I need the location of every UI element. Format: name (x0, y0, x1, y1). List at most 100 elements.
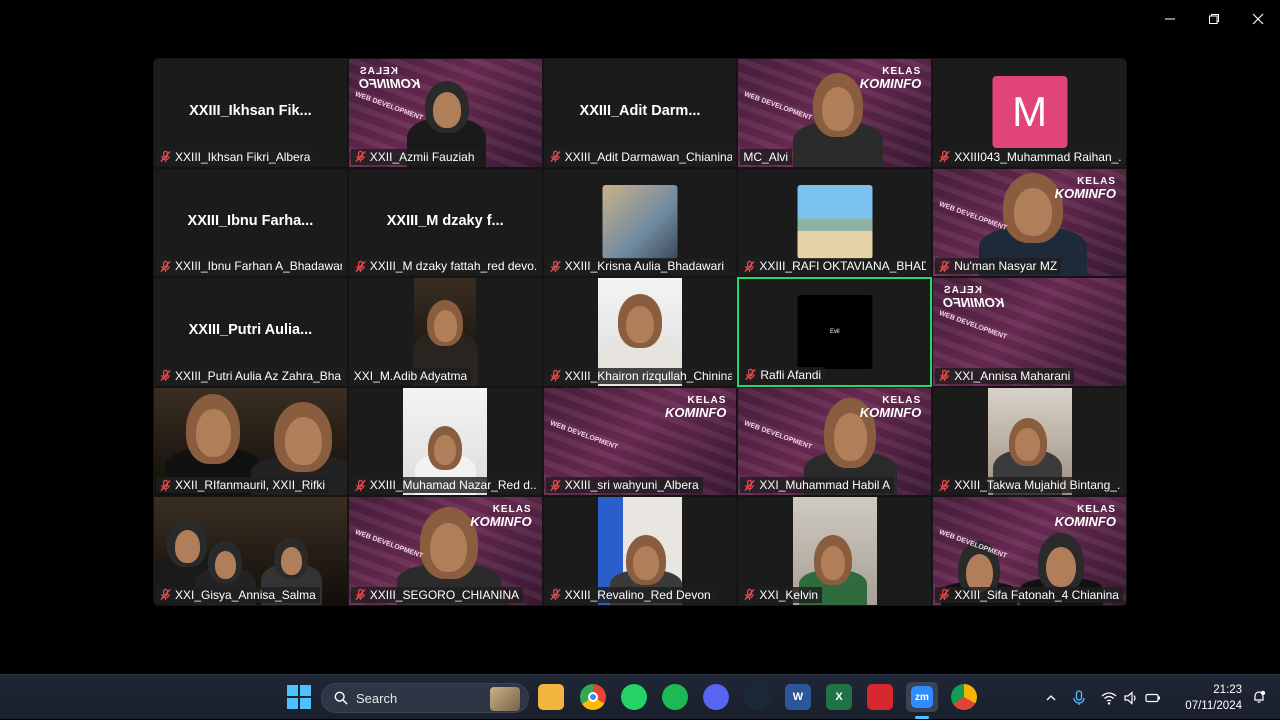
participant-name: Rafli Afandi (760, 367, 822, 382)
background-brand-label: KELAS KOMINFO (470, 505, 531, 529)
participant-video-face (208, 541, 243, 584)
close-button[interactable] (1236, 0, 1280, 38)
acrobat-icon[interactable] (867, 684, 893, 710)
face (1046, 546, 1076, 588)
mic-muted-icon (939, 589, 950, 601)
steam-icon[interactable] (744, 684, 770, 710)
background-tag: WEB DEVELOPMENT (353, 90, 424, 123)
taskbar-search[interactable]: Search (321, 683, 529, 713)
zoom-icon[interactable]: zm (906, 682, 938, 712)
participant-tile[interactable]: XXIII_RAFI OKTAVIANA_BHADA... (737, 167, 933, 278)
participant-tile[interactable]: XXIII_Adit Darm... XXIII_Adit Darmawan_Ch… (542, 58, 738, 168)
spotify-icon[interactable] (662, 684, 688, 710)
participant-tile[interactable]: KELAS KOMINFO WEB DEVELOPMENT XXII_Azmii Fa… (347, 58, 543, 168)
face (196, 409, 231, 457)
notification-bell-icon[interactable] (1252, 690, 1266, 704)
participant-name: XXIII_Putri Aulia Az Zahra_Bha... (175, 368, 342, 383)
participant-video-face (424, 81, 469, 133)
participant-tile[interactable]: XXIII_Ibnu Farha... XXIII_Ibnu Farhan A_B… (153, 167, 348, 278)
face (432, 92, 461, 128)
participant-name-label: XXIII_sri wahyuni_Albera (545, 477, 703, 494)
word-icon[interactable]: W (785, 684, 811, 710)
participant-tile[interactable]: M XXIII043_Muhammad Raihan_... (932, 58, 1127, 168)
face (1015, 428, 1040, 461)
face (1013, 187, 1053, 236)
participant-tile[interactable]: KELAS KOMINFO WEB DEVELOPMENT XXIII_Sifa Fa… (932, 496, 1127, 606)
system-clock[interactable]: 21:23 07/11/2024 (1185, 682, 1242, 714)
participant-tile[interactable]: XXI_Kelvin (737, 496, 933, 606)
participant-tile[interactable]: XXIII_Muhamad Nazar_Red d... (347, 386, 543, 497)
face (280, 546, 303, 576)
participant-name: XXI_Kelvin (759, 587, 819, 602)
participant-video-face (813, 535, 852, 586)
taskbar: Search W X zm 21:23 07/11/2024 (0, 674, 1280, 719)
background-brand-label: KELAS KOMINFO (665, 395, 726, 419)
excel-icon[interactable]: X (826, 684, 852, 710)
system-tray (1045, 675, 1161, 720)
background-line2: KOMINFO (1054, 185, 1116, 201)
avatar: M (992, 76, 1068, 148)
participant-tile[interactable]: XXIII_Khairon rizqullah_Chinina (542, 277, 738, 387)
mic-muted-icon (549, 260, 561, 272)
background-tag: WEB DEVELOPMENT (938, 200, 1008, 232)
participant-tile[interactable]: XXIII_Putri Aulia... XXIII_Putri Aulia Az… (153, 277, 348, 387)
participant-name: XXIII_RAFI OKTAVIANA_BHADA... (759, 259, 926, 274)
profile-picture (602, 184, 678, 259)
participant-name-label: XXIII043_Muhammad Raihan_... (935, 148, 1126, 165)
participant-tile[interactable]: XXI_M.Adib Adyatma (347, 277, 543, 387)
participant-tile[interactable]: KELAS KOMINFO WEB DEVELOPMENT XXI_Muhammad … (737, 386, 933, 497)
participant-tile[interactable]: KELAS KOMINFO WEB DEVELOPMENT MC_Alvi (737, 58, 933, 168)
participant-tile[interactable]: XXIII_Revalino_Red Devon (542, 496, 738, 606)
participant-name-label: XXIII_RAFI OKTAVIANA_BHADA... (740, 258, 931, 275)
participant-name: XXIII_Ibnu Farhan A_Bhadawari (175, 259, 342, 274)
face (434, 435, 457, 466)
participant-tile[interactable]: XXII_RIfanmauril, XXII_Rifki (153, 386, 348, 497)
background-tag: WEB DEVELOPMENT (353, 529, 424, 561)
mic-muted-icon (160, 479, 171, 491)
mic-muted-icon (744, 589, 756, 601)
chrome-icon[interactable] (580, 684, 606, 710)
participant-display-name: XXIII_M dzaky f... (386, 212, 504, 229)
clock-time: 21:23 (1213, 684, 1242, 696)
face (433, 310, 457, 342)
participant-name: XXIII_Sifa Fatonah_4 Chianina (954, 587, 1119, 602)
participant-name: XXIII_sri wahyuni_Albera (564, 478, 699, 493)
participant-name-label: XXI_Gisya_Annisa_Salma (156, 586, 320, 603)
participant-tile[interactable]: XXIII_Takwa Mujahid Bintang_... (932, 386, 1127, 497)
participant-name-label: XXIII_Khairon rizqullah_Chinina (545, 367, 736, 384)
mic-muted-icon (939, 260, 950, 272)
background-brand-label: KELAS KOMINFO (860, 67, 921, 91)
discord-icon[interactable] (703, 684, 729, 710)
minimize-button[interactable] (1148, 0, 1192, 38)
participant-tile[interactable]: XXIII_M dzaky f... XXIII_M dzaky fattah_r… (347, 167, 543, 278)
mic-muted-icon (744, 479, 756, 491)
participant-name: XXI_Muhammad Habil A (759, 478, 891, 493)
participant-tile[interactable]: KELAS KOMINFO WEB DEVELOPMENT Nu'man Nasyar… (932, 167, 1127, 278)
wifi-icon[interactable] (1101, 690, 1117, 706)
participant-video-face (167, 519, 208, 568)
participant-name-label: XXI_Annisa Maharani (935, 367, 1075, 384)
participant-name-label: XXIII_Putri Aulia Az Zahra_Bha... (156, 367, 346, 384)
participant-display-name: XXIII_Ikhsan Fik... (189, 103, 312, 119)
participant-tile[interactable]: KELAS KOMINFO WEB DEVELOPMENT XXI_Annisa Ma… (932, 277, 1127, 387)
participant-name-label: XXIII_Takwa Mujahid Bintang_... (935, 477, 1126, 494)
restore-button[interactable] (1192, 0, 1236, 38)
battery-icon[interactable] (1145, 690, 1161, 706)
volume-icon[interactable] (1123, 690, 1139, 706)
participant-tile[interactable]: XXIII_Krisna Aulia_Bhadawari (542, 167, 738, 278)
start-button[interactable] (287, 685, 311, 709)
participant-tile[interactable]: KELAS KOMINFO WEB DEVELOPMENT XXIII_SEGORO_… (347, 496, 543, 606)
whatsapp-icon[interactable] (621, 684, 647, 710)
participant-tile[interactable]: XXIII_Ikhsan Fik... XXIII_Ikhsan Fikri_Al… (153, 58, 348, 168)
participant-tile[interactable]: Evil Rafli Afandi (737, 277, 933, 387)
microphone-icon[interactable] (1071, 689, 1087, 706)
mic-muted-icon (549, 150, 561, 163)
participant-tile[interactable]: KELAS KOMINFO WEB DEVELOPMENT XXIII_sri wah… (542, 386, 738, 497)
chrome-canary-icon[interactable] (951, 684, 977, 710)
file-explorer-icon[interactable] (538, 684, 564, 710)
chevron-up-icon[interactable] (1045, 690, 1057, 706)
participant-tile[interactable]: XXI_Gisya_Annisa_Salma (153, 496, 348, 606)
participant-name: XXI_Gisya_Annisa_Salma (175, 587, 316, 602)
mic-muted-icon (549, 370, 561, 382)
participant-display-name: XXIII_Ibnu Farha... (187, 212, 314, 229)
